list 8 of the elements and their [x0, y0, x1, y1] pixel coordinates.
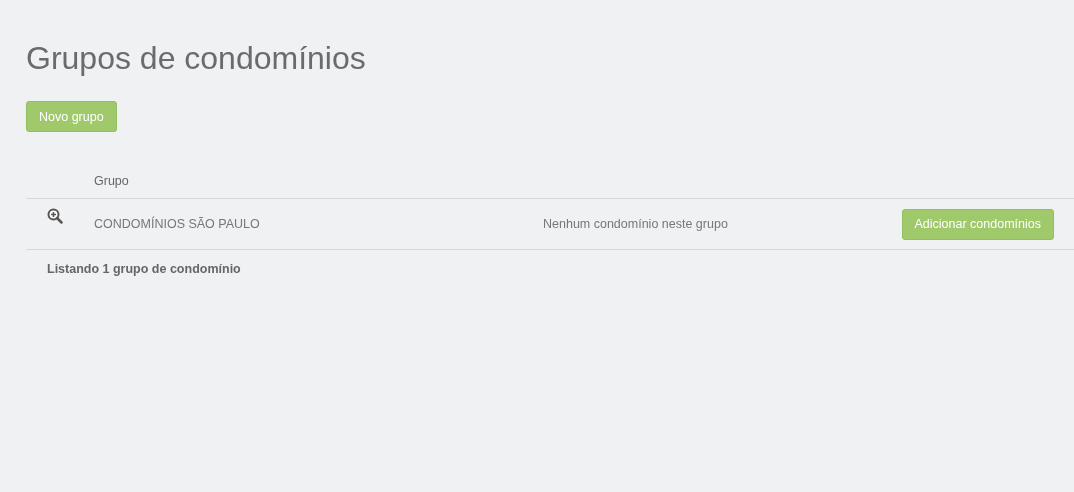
page-title: Grupos de condomínios [26, 39, 367, 78]
add-condominiums-button[interactable]: Adicionar condomínios [901, 208, 1054, 240]
group-name: CONDOMÍNIOS SÃO PAULO [94, 217, 261, 231]
zoom-in-icon[interactable] [47, 208, 63, 224]
column-header: Grupo [94, 174, 130, 188]
group-status: Nenhum condomínio neste grupo [543, 217, 729, 231]
new-group-button[interactable]: Novo grupo [26, 101, 117, 132]
listing-summary: Listando 1 grupo de condomínio [47, 262, 242, 276]
